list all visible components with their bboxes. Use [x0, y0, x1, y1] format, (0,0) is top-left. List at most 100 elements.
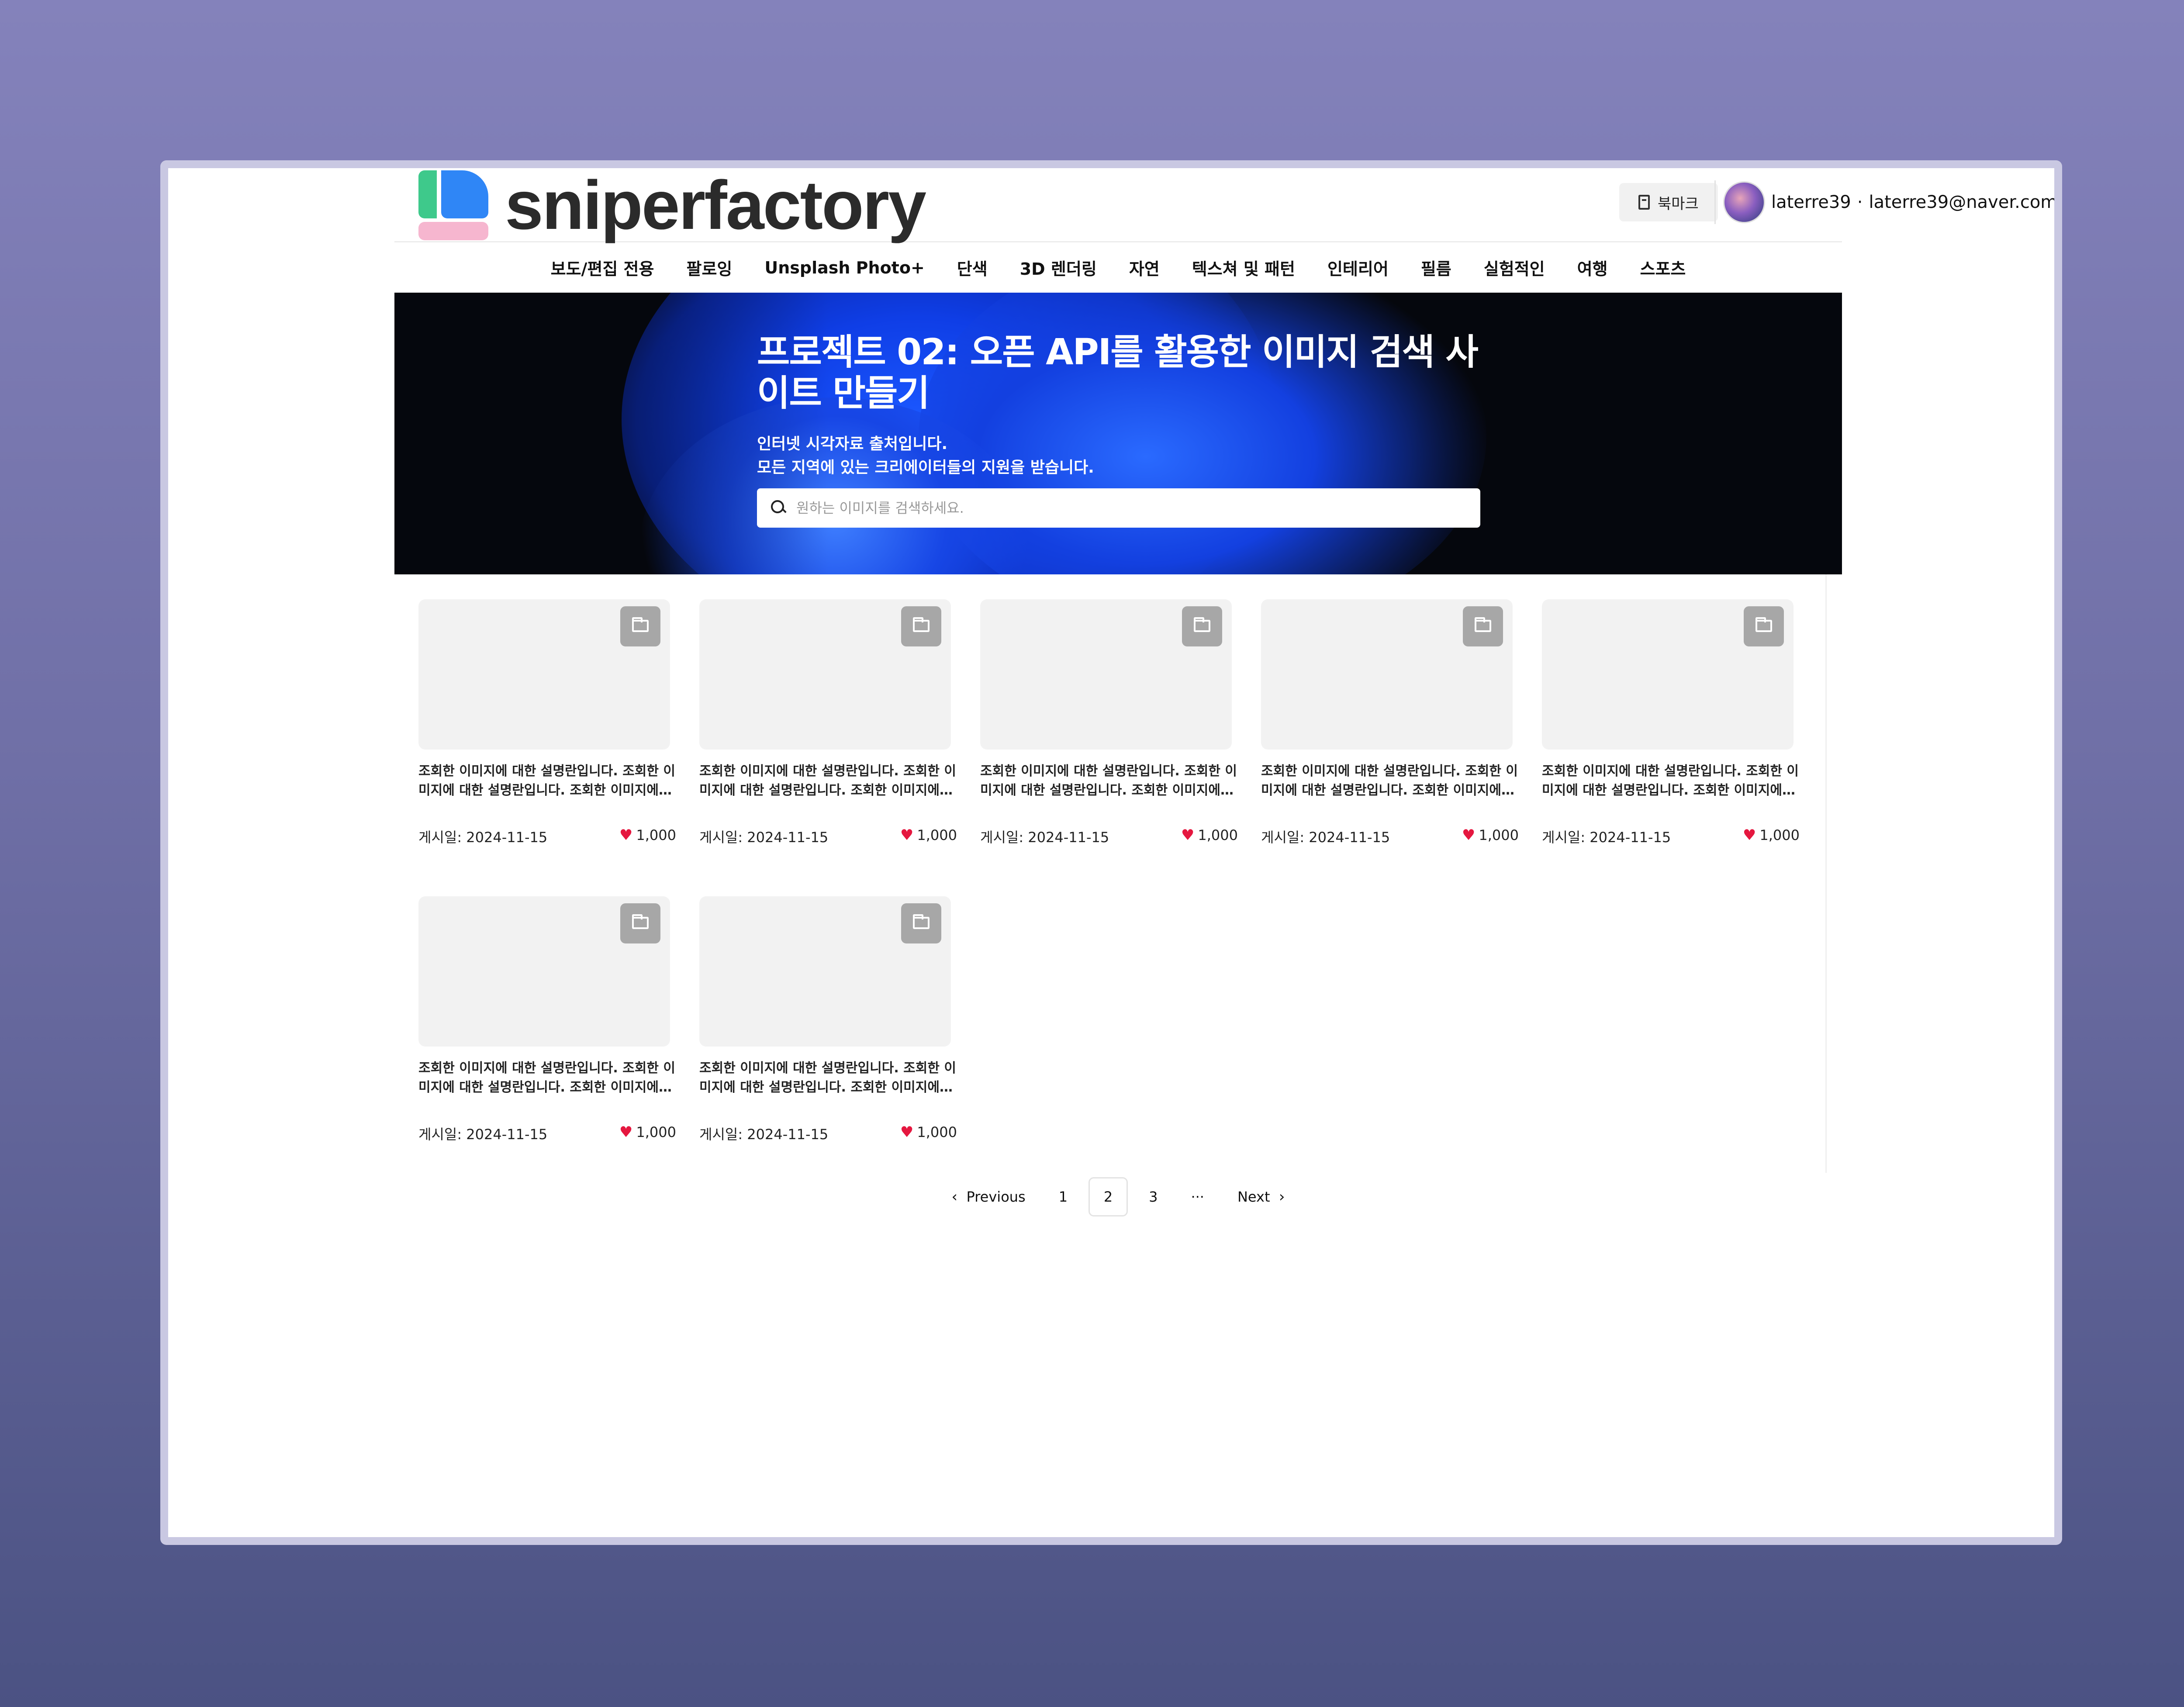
save-to-folder-button[interactable]: [620, 606, 660, 646]
post-date: 게시일: 2024-11-15: [980, 829, 1109, 846]
save-to-folder-button[interactable]: [1744, 606, 1784, 646]
save-to-folder-button[interactable]: [1463, 606, 1503, 646]
like-count-value: 1,000: [1479, 827, 1519, 843]
nav-item[interactable]: 필름: [1421, 256, 1451, 280]
heart-icon: ♥: [1742, 826, 1756, 844]
like-count-value: 1,000: [1759, 827, 1800, 843]
image-thumbnail[interactable]: [699, 896, 951, 1047]
hero-content: 프로젝트 02: 오픈 API를 활용한 이미지 검색 사이트 만들기 인터넷 …: [757, 332, 1482, 528]
image-card[interactable]: 조회한 이미지에 대한 설명란입니다. 조회한 이미지에 대한 설명란입니다. …: [980, 599, 1238, 870]
nav-item[interactable]: 보도/편집 전용: [551, 256, 654, 280]
page-3-button[interactable]: 3: [1137, 1177, 1170, 1216]
folder-icon: [632, 914, 649, 929]
image-card[interactable]: 조회한 이미지에 대한 설명란입니다. 조회한 이미지에 대한 설명란입니다. …: [418, 599, 676, 870]
image-card[interactable]: 조회한 이미지에 대한 설명란입니다. 조회한 이미지에 대한 설명란입니다. …: [1261, 599, 1519, 870]
next-label: Next: [1237, 1189, 1270, 1205]
hero-desc-line2: 모든 지역에 있는 크리에이터들의 지원을 받습니다.: [757, 459, 1094, 477]
heart-icon: ♥: [1181, 826, 1195, 844]
page-1-button[interactable]: 1: [1047, 1177, 1080, 1216]
search-bar[interactable]: [757, 488, 1480, 528]
user-email: laterre39@naver.com: [1869, 192, 2058, 212]
nav-item[interactable]: 실험적인: [1484, 256, 1545, 280]
nav-item[interactable]: 3D 렌더링: [1020, 256, 1097, 280]
pagination: ‹ Previous 1 2 3 ··· Next ›: [394, 1175, 1842, 1219]
folder-icon: [913, 914, 930, 929]
post-date: 게시일: 2024-11-15: [699, 829, 829, 846]
save-to-folder-button[interactable]: [620, 903, 660, 943]
like-count-value: 1,000: [917, 1124, 957, 1140]
like-count[interactable]: ♥ 1,000: [1462, 826, 1519, 844]
avatar[interactable]: [1723, 181, 1765, 223]
nav-item[interactable]: 스포츠: [1640, 256, 1686, 280]
save-to-folder-button[interactable]: [901, 903, 941, 943]
heart-icon: ♥: [900, 1123, 914, 1141]
nav-item[interactable]: 인테리어: [1327, 256, 1389, 280]
nav-item[interactable]: 여행: [1577, 256, 1608, 280]
folder-icon: [913, 617, 930, 632]
bookmark-label: 북마크: [1658, 195, 1699, 213]
browser-window: sniperfactory 북마크 laterre39 · laterre39@…: [160, 160, 2062, 1545]
user-profile[interactable]: laterre39 · laterre39@naver.com: [1723, 181, 2058, 223]
like-count-value: 1,000: [636, 1124, 676, 1140]
image-thumbnail[interactable]: [418, 599, 670, 750]
username: laterre39: [1771, 192, 1851, 212]
image-thumbnail[interactable]: [1542, 599, 1794, 750]
like-count-value: 1,000: [636, 827, 676, 843]
like-count[interactable]: ♥ 1,000: [900, 1123, 957, 1141]
header-divider: [1714, 180, 1716, 224]
nav-item[interactable]: 텍스쳐 및 패턴: [1192, 256, 1295, 280]
user-separator: ·: [1857, 192, 1863, 212]
save-to-folder-button[interactable]: [1182, 606, 1222, 646]
search-icon[interactable]: [771, 500, 787, 516]
folder-icon: [1475, 617, 1491, 632]
like-count-value: 1,000: [917, 827, 957, 843]
image-description: 조회한 이미지에 대한 설명란입니다. 조회한 이미지에 대한 설명란입니다. …: [699, 764, 957, 798]
image-thumbnail[interactable]: [1261, 599, 1513, 750]
like-count[interactable]: ♥ 1,000: [1743, 826, 1800, 844]
image-card[interactable]: 조회한 이미지에 대한 설명란입니다. 조회한 이미지에 대한 설명란입니다. …: [699, 896, 957, 1167]
page-2-button[interactable]: 2: [1089, 1177, 1128, 1216]
next-page-button[interactable]: Next ›: [1225, 1177, 1297, 1216]
image-card[interactable]: 조회한 이미지에 대한 설명란입니다. 조회한 이미지에 대한 설명란입니다. …: [418, 896, 676, 1167]
bookmark-button[interactable]: 북마크: [1619, 183, 1718, 221]
heart-icon: ♥: [619, 1123, 633, 1141]
image-description: 조회한 이미지에 대한 설명란입니다. 조회한 이미지에 대한 설명란입니다. …: [699, 1061, 957, 1095]
image-description: 조회한 이미지에 대한 설명란입니다. 조회한 이미지에 대한 설명란입니다. …: [418, 1061, 676, 1095]
image-description: 조회한 이미지에 대한 설명란입니다. 조회한 이미지에 대한 설명란입니다. …: [1261, 764, 1518, 798]
image-card[interactable]: 조회한 이미지에 대한 설명란입니다. 조회한 이미지에 대한 설명란입니다. …: [1542, 599, 1800, 870]
previous-page-button[interactable]: ‹ Previous: [940, 1177, 1038, 1216]
hero-title: 프로젝트 02: 오픈 API를 활용한 이미지 검색 사이트 만들기: [757, 332, 1479, 414]
like-count[interactable]: ♥ 1,000: [1181, 826, 1238, 844]
nav-item[interactable]: 단색: [957, 256, 988, 280]
like-count[interactable]: ♥ 1,000: [900, 826, 957, 844]
heart-icon: ♥: [900, 826, 914, 844]
like-count[interactable]: ♥ 1,000: [619, 1123, 676, 1141]
heart-icon: ♥: [619, 826, 633, 844]
nav-item[interactable]: Unsplash Photo+: [764, 258, 924, 277]
like-count[interactable]: ♥ 1,000: [619, 826, 676, 844]
image-description: 조회한 이미지에 대한 설명란입니다. 조회한 이미지에 대한 설명란입니다. …: [980, 764, 1237, 798]
hero-description: 인터넷 시각자료 출처입니다. 모든 지역에 있는 크리에이터들의 지원을 받습…: [757, 432, 1482, 480]
page-container: sniperfactory 북마크 laterre39 · laterre39@…: [394, 168, 2054, 1216]
pagination-ellipsis[interactable]: ···: [1178, 1177, 1216, 1216]
hero-desc-line1: 인터넷 시각자료 출처입니다.: [757, 435, 948, 453]
nav-item[interactable]: 팔로잉: [686, 256, 732, 280]
previous-label: Previous: [966, 1189, 1026, 1205]
save-to-folder-button[interactable]: [901, 606, 941, 646]
bookmark-icon: [1638, 195, 1650, 210]
search-input[interactable]: [796, 500, 1451, 516]
image-card[interactable]: 조회한 이미지에 대한 설명란입니다. 조회한 이미지에 대한 설명란입니다. …: [699, 599, 957, 870]
image-thumbnail[interactable]: [699, 599, 951, 750]
image-thumbnail[interactable]: [418, 896, 670, 1047]
like-count-value: 1,000: [1198, 827, 1238, 843]
logo[interactable]: sniperfactory: [418, 168, 926, 242]
image-thumbnail[interactable]: [980, 599, 1232, 750]
folder-icon: [1755, 617, 1772, 632]
chevron-right-icon: ›: [1279, 1188, 1285, 1206]
nav-item[interactable]: 자연: [1129, 256, 1160, 280]
image-description: 조회한 이미지에 대한 설명란입니다. 조회한 이미지에 대한 설명란입니다. …: [418, 764, 676, 798]
post-date: 게시일: 2024-11-15: [699, 1126, 829, 1143]
top-header: sniperfactory 북마크 laterre39 · laterre39@…: [394, 168, 2054, 242]
chevron-left-icon: ‹: [951, 1188, 958, 1206]
post-date: 게시일: 2024-11-15: [1542, 829, 1671, 846]
